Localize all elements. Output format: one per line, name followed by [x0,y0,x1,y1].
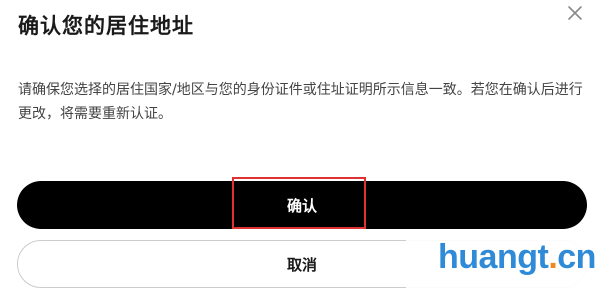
close-button[interactable] [564,2,586,24]
residence-confirm-dialog: 确认您的居住地址 请确保您选择的居住国家/地区与您的身份证件或住址证明所示信息一… [0,0,604,302]
site-watermark: huangt.cn [438,238,596,277]
dialog-description: 请确保您选择的居住国家/地区与您的身份证件或住址证明所示信息一致。若您在确认后进… [18,82,583,122]
watermark-dot: . [548,238,558,276]
watermark-main: huangt [438,238,549,276]
cancel-button-label: 取消 [286,255,317,274]
confirm-button[interactable]: 确认 [17,181,587,229]
dialog-title: 确认您的居住地址 [18,14,194,38]
watermark-tld: cn [557,238,596,276]
confirm-button-label: 确认 [286,196,317,215]
close-icon [564,2,586,24]
